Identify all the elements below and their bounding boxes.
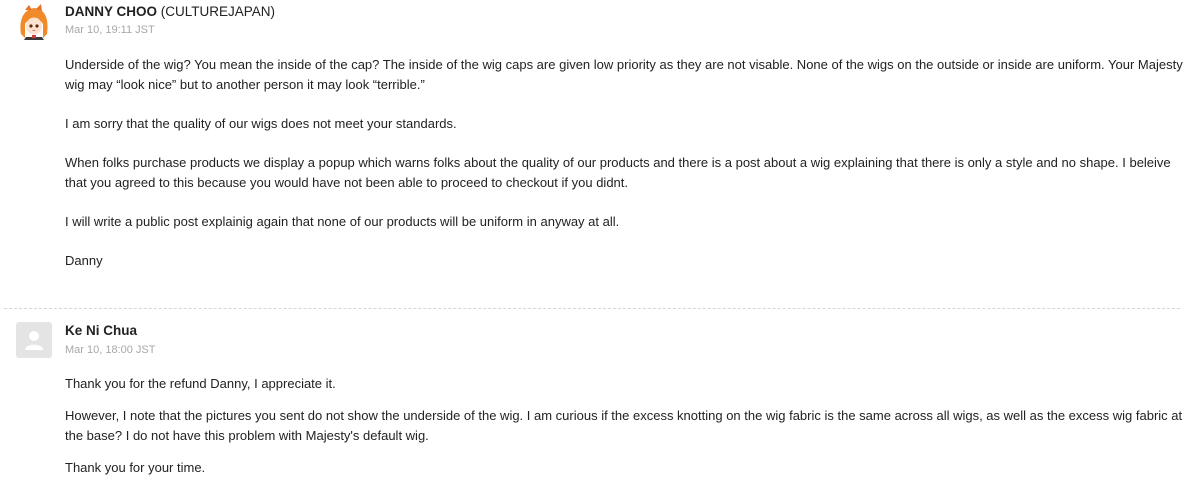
user-silhouette-icon [25, 331, 43, 350]
message-signature: Danny [65, 253, 103, 268]
anime-character-icon [16, 4, 52, 40]
author-name: Ke Ni Chua [65, 323, 138, 338]
message-paragraph: I will write a public post explainig aga… [65, 214, 620, 229]
message-paragraph: When folks purchase products we display … [65, 155, 1171, 190]
message-danny-choo: DANNY CHOO (CULTUREJAPAN) Mar 10, 19:11 … [0, 0, 1200, 300]
message-paragraph: Thank you for your time. [65, 460, 206, 475]
author-name: DANNY CHOO (CULTUREJAPAN) [65, 4, 275, 19]
message-paragraph: However, I note that the pictures you se… [65, 408, 1183, 443]
anime-character-avatar[interactable] [16, 4, 52, 40]
message-paragraph: Thank you for the refund Danny, I apprec… [65, 376, 336, 391]
message-timestamp: Mar 10, 19:11 JST [65, 24, 155, 36]
author-org: (CULTUREJAPAN) [160, 4, 276, 19]
message-timestamp: Mar 10, 18:00 JST [65, 344, 156, 356]
message-paragraph: Underside of the wig? You mean the insid… [65, 57, 1183, 92]
default-user-avatar[interactable] [16, 322, 52, 358]
message-divider [4, 308, 1180, 309]
message-body: Underside of the wig? You mean the insid… [65, 55, 1190, 290]
message-body: Thank you for the refund Danny, I apprec… [65, 374, 1190, 490]
author-name-text: DANNY CHOO [65, 4, 158, 19]
message-paragraph: I am sorry that the quality of our wigs … [65, 116, 457, 131]
message-ke-ni-chua: Ke Ni Chua Mar 10, 18:00 JST Thank you f… [0, 318, 1200, 486]
